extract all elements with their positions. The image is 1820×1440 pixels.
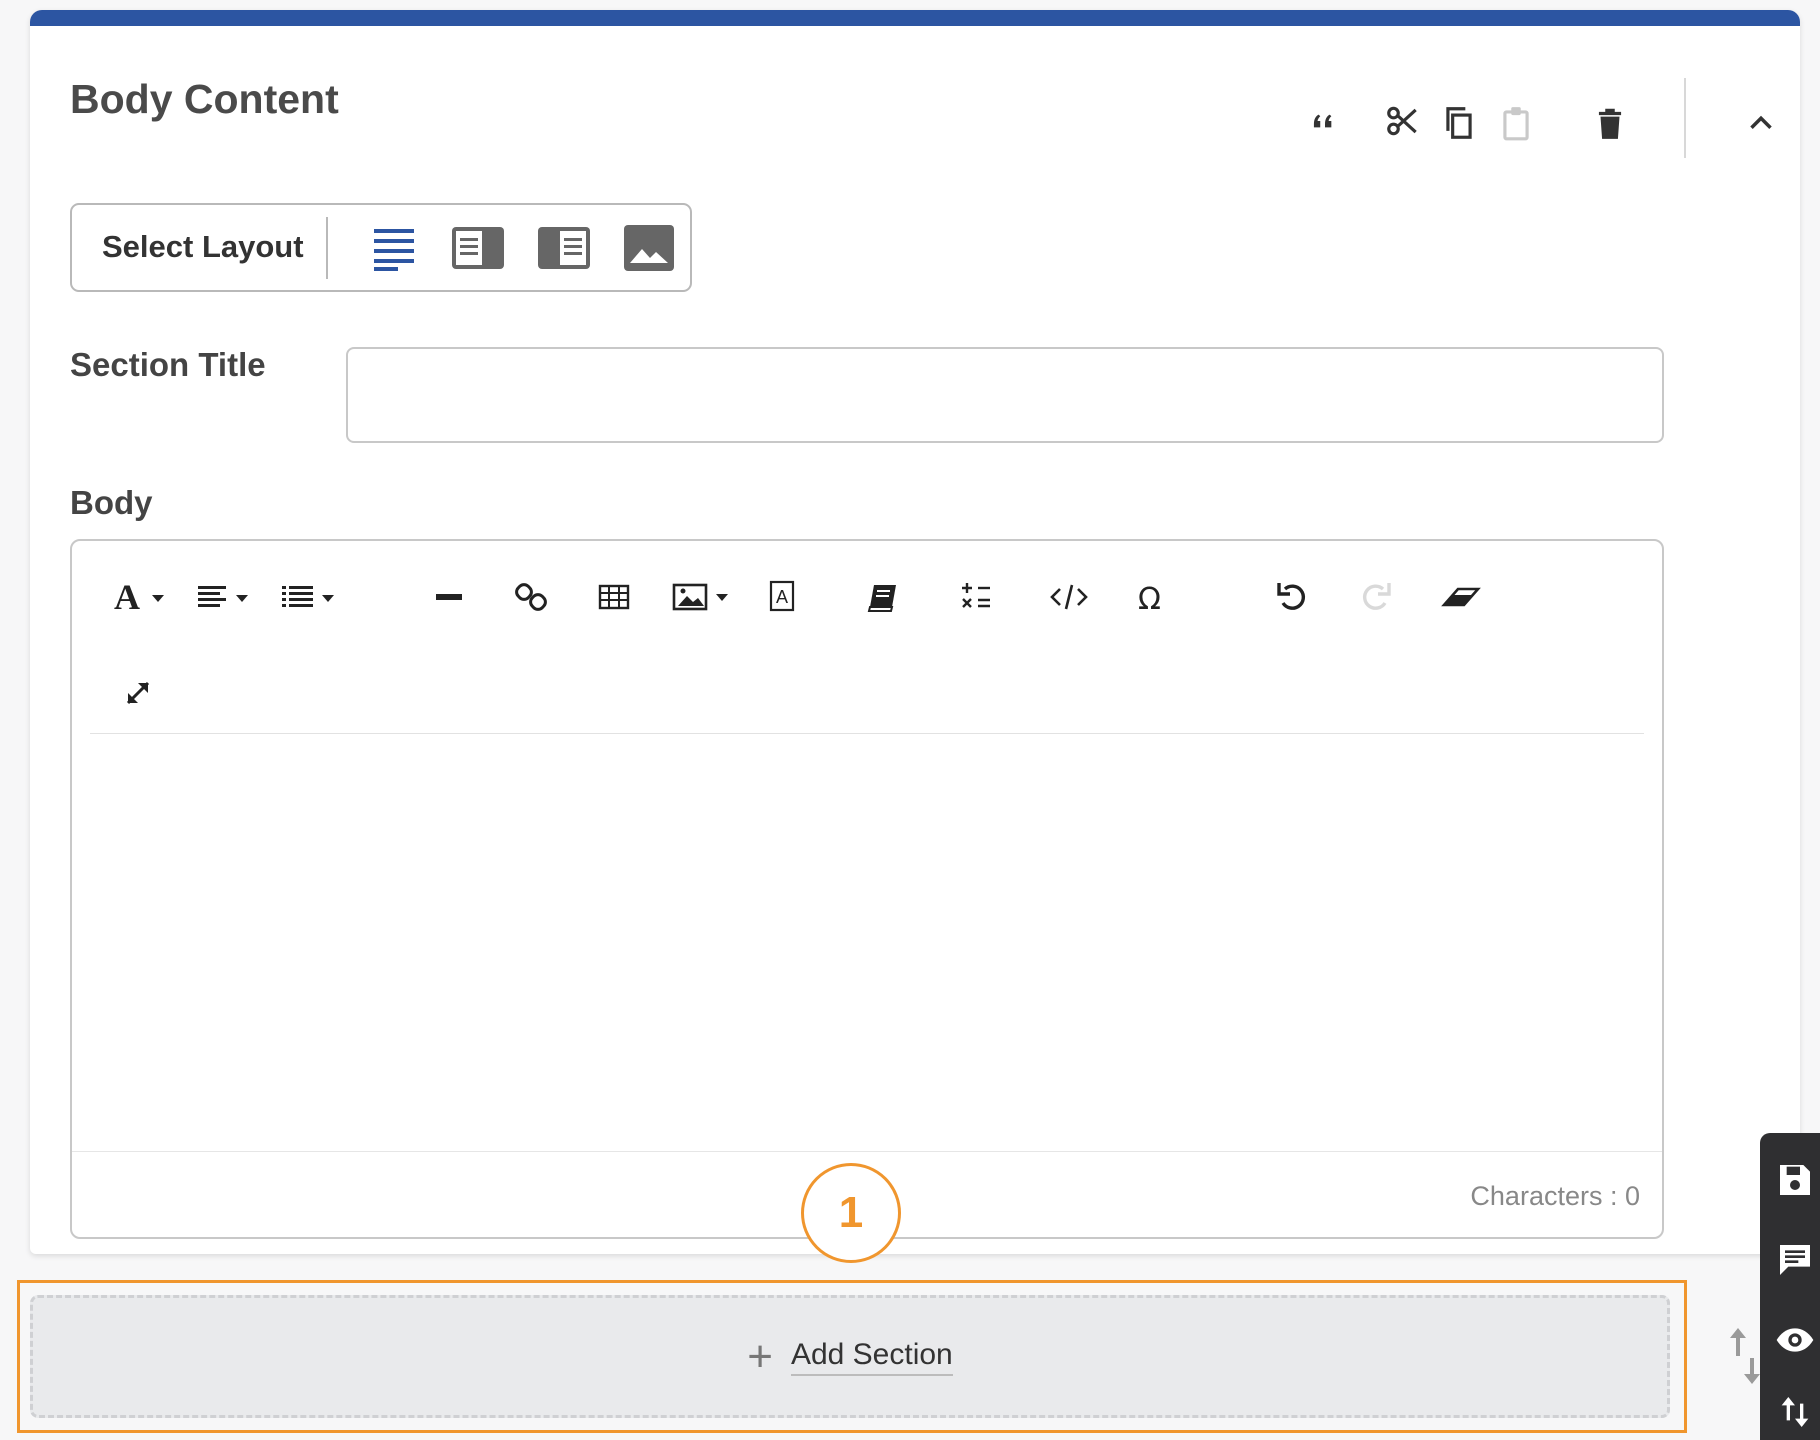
special-character-icon[interactable]: Ω xyxy=(1132,573,1172,621)
link-icon[interactable] xyxy=(512,573,552,621)
copy-icon[interactable] xyxy=(1434,98,1484,148)
svg-text:A: A xyxy=(114,579,140,615)
step-callout-badge: 1 xyxy=(801,1163,901,1263)
scissors-icon[interactable] xyxy=(1378,96,1428,146)
layout-image-right-icon[interactable] xyxy=(536,223,592,273)
character-count: Characters : 0 xyxy=(1470,1181,1640,1211)
trash-icon[interactable] xyxy=(1585,98,1635,148)
sort-arrows-icon[interactable] xyxy=(1772,1389,1818,1435)
toolbar-divider xyxy=(90,733,1644,734)
preview-eye-icon[interactable] xyxy=(1772,1317,1818,1363)
align-icon[interactable] xyxy=(196,573,256,621)
layout-selector: Select Layout xyxy=(70,203,692,292)
image-icon[interactable] xyxy=(670,573,736,621)
horizontal-rule-icon[interactable] xyxy=(430,573,470,621)
plus-icon: + xyxy=(747,1331,773,1381)
editor-footer-divider xyxy=(72,1151,1662,1152)
section-title-input[interactable] xyxy=(346,347,1664,443)
section-title-label: Section Title xyxy=(70,346,266,383)
font-style-icon[interactable]: A xyxy=(112,573,172,621)
list-icon[interactable] xyxy=(280,573,340,621)
add-section-button[interactable]: + Add Section xyxy=(30,1295,1670,1418)
header-divider xyxy=(1684,78,1686,158)
glossary-book-icon[interactable] xyxy=(864,573,904,621)
comment-icon[interactable] xyxy=(1772,1237,1818,1283)
layout-label: Select Layout xyxy=(102,229,304,264)
undo-icon[interactable] xyxy=(1272,573,1312,621)
save-icon[interactable] xyxy=(1772,1157,1818,1203)
card-title: Body Content xyxy=(70,76,339,122)
body-label: Body xyxy=(70,484,153,521)
code-icon[interactable] xyxy=(1046,573,1092,621)
layout-image-only-icon[interactable] xyxy=(622,223,678,273)
layout-image-left-icon[interactable] xyxy=(450,223,506,273)
svg-text:A: A xyxy=(776,587,788,607)
redo-icon xyxy=(1356,573,1396,621)
side-action-dock xyxy=(1760,1133,1820,1440)
add-section-label: Add Section xyxy=(790,1338,953,1376)
body-editor: A A Ω Characters: 0 xyxy=(70,539,1664,1239)
clipboard-icon xyxy=(1491,98,1541,148)
math-operators-icon[interactable] xyxy=(956,573,996,621)
eraser-icon[interactable] xyxy=(1438,573,1486,621)
table-icon[interactable] xyxy=(594,573,634,621)
chevron-up-icon[interactable] xyxy=(1736,98,1786,148)
body-text-area[interactable] xyxy=(74,737,1660,1149)
fullscreen-icon[interactable] xyxy=(118,669,158,717)
body-content-card: Body Content Select Layout Section Title… xyxy=(30,10,1800,1254)
svg-text:Ω: Ω xyxy=(1138,582,1161,615)
layout-divider xyxy=(326,217,328,279)
layout-text-only-icon[interactable] xyxy=(366,223,422,273)
text-box-icon[interactable]: A xyxy=(762,573,802,621)
quote-icon[interactable] xyxy=(1300,96,1350,146)
